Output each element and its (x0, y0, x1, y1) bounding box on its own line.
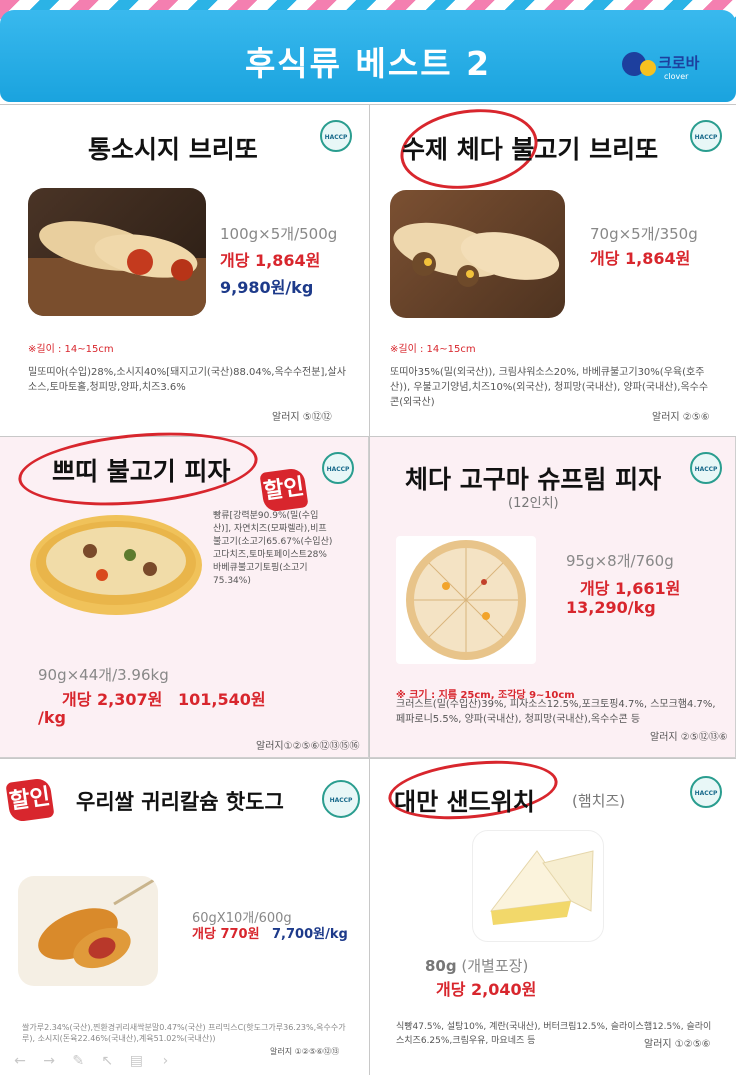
product-per-kg: 7,700원/kg (272, 927, 348, 942)
product-weight: 90g×44개/3.96kg (38, 666, 169, 684)
product-title: 체다 고구마 슈프림 피자 (405, 465, 662, 494)
product-price: 개당 1,864원 (220, 251, 321, 270)
forward-arrow-icon[interactable]: → (37, 1053, 61, 1069)
burrito-photo (28, 188, 206, 316)
product-title: 대만 샌드위치 (394, 788, 535, 816)
product-subtitle: (햄치즈) (572, 792, 626, 810)
product-title: 수제 체다 불고기 브리또 (402, 135, 659, 164)
ingredients-text: 밀또띠아(수입)28%,소시지40%[돼지고기(국산)88.04%,옥수수전분]… (28, 367, 346, 393)
allergen-text: 알러지 ②⑤⑥ (652, 412, 710, 423)
product-title: 우리쌀 귀리칼슘 핫도그 (76, 790, 284, 814)
pizza-photo (30, 515, 202, 615)
ingredients-text: 크러스트(밀(수입산)39%, 피자소스12.5%,포크토핑4.7%, 스모크햄… (396, 699, 716, 725)
hotdog-photo (18, 876, 158, 986)
haccp-badge-icon: HACCP (322, 452, 354, 484)
page-icon[interactable]: ▤ (124, 1053, 148, 1069)
sandwich-photo (472, 830, 604, 942)
next-icon[interactable]: › (153, 1053, 177, 1069)
product-title: 쁘띠 불고기 피자 (52, 457, 231, 486)
grid-divider (0, 104, 736, 105)
allergen-text: 알러지 ①②⑤⑥⑫⑬ (270, 1047, 340, 1056)
haccp-badge-icon: HACCP (690, 776, 722, 808)
grid-divider (0, 758, 736, 759)
logo-text: 크로바 (658, 54, 700, 72)
clover-logo: 크로바 clover (622, 50, 722, 90)
burrito-photo (390, 190, 565, 318)
product-per-kg: 13,290/kg (566, 598, 656, 617)
product-title: 통소시지 브리또 (88, 135, 258, 164)
haccp-badge-icon: HACCP (322, 780, 360, 818)
pen-icon[interactable]: ✎ (66, 1053, 90, 1069)
back-arrow-icon[interactable]: ← (8, 1053, 32, 1069)
product-price: 개당 1,864원 (590, 249, 691, 268)
product-weight: 70g×5개/350g (590, 225, 698, 243)
product-per-kg: 9,980원/kg (220, 278, 314, 297)
product-price: 개당 1,661원 (580, 579, 681, 598)
haccp-badge-icon: HACCP (690, 452, 722, 484)
pointer-icon[interactable]: ↖ (95, 1053, 119, 1069)
product-price: 개당 2,040원 (436, 980, 537, 999)
product-weight: 80g (개별포장) (425, 957, 529, 975)
sale-badge: 할인 (5, 777, 55, 823)
viewer-toolbar: ← → ✎ ↖ ▤ › (8, 1050, 208, 1070)
product-subtitle: (12인치) (508, 496, 559, 511)
grid-divider (369, 104, 370, 1075)
ingredients-text: 빵류[강력분90.9%(밀(수입산)], 자연치즈(모짜렐라),비프불고기(소고… (213, 511, 333, 586)
product-weight: 100g×5개/500g (220, 225, 338, 243)
pizza-photo (396, 536, 536, 664)
size-note: ※길이 : 14~15cm (390, 344, 476, 355)
header-banner: 후식류 베스트 2 크로바 clover (0, 10, 736, 102)
product-price: 개당 770원 (192, 927, 260, 942)
logo-sub: clover (664, 72, 689, 81)
ingredients-text: 쌀가루2.34%(국산),찐환경귀리새싹분말0.47%(국산) 프리믹스C(핫도… (22, 1023, 346, 1043)
haccp-badge-icon: HACCP (320, 120, 352, 152)
haccp-badge-icon: HACCP (690, 120, 722, 152)
product-weight: 95g×8개/760g (566, 552, 674, 570)
product-price: 개당 2,307원 (62, 690, 163, 709)
allergen-text: 알러지 ⑤⑫⑫ (272, 412, 332, 423)
product-per-kg-unit: /kg (38, 708, 66, 727)
allergen-text: 알러지 ①②⑤⑥ (644, 1039, 711, 1050)
sale-badge: 할인 (259, 467, 309, 513)
size-note: ※길이 : 14~15cm (28, 344, 114, 355)
allergen-text: 알러지①②⑤⑥⑫⑬⑮⑯ (256, 741, 360, 752)
allergen-text: 알러지 ②⑤⑫⑬⑥ (650, 732, 728, 743)
product-per-kg: 101,540원 (178, 690, 266, 709)
ingredients-text: 또띠아35%(밀(외국산)), 크림샤워소스20%, 바베큐불고기30%(우육(… (390, 367, 709, 408)
